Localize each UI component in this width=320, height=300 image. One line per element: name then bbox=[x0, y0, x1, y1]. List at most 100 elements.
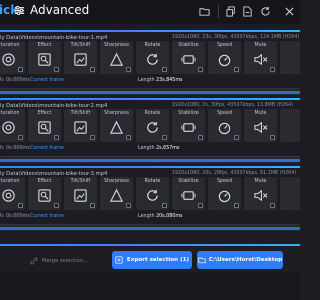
mute-checkbox[interactable] bbox=[270, 203, 275, 208]
stabilize-tile[interactable]: Stabilize bbox=[172, 109, 205, 142]
export-selection-button[interactable]: Export selection (1) bbox=[112, 251, 192, 269]
mute-tile[interactable]: Mute bbox=[244, 41, 277, 74]
file-icon[interactable] bbox=[242, 5, 253, 17]
length-label: Length bbox=[138, 78, 155, 83]
rotate-checkbox[interactable] bbox=[162, 203, 167, 208]
stabilize-tile[interactable]: Stabilize bbox=[172, 41, 205, 74]
effect-checkbox[interactable] bbox=[54, 203, 59, 208]
speed-tile[interactable]: Speed bbox=[208, 41, 241, 74]
tilt-shift-checkbox[interactable] bbox=[90, 135, 95, 140]
mute-checkbox[interactable] bbox=[270, 135, 275, 140]
effect-label: Effect bbox=[37, 179, 52, 184]
reload-icon[interactable] bbox=[260, 5, 271, 17]
saturation-tile[interactable]: aturation bbox=[0, 41, 25, 74]
speed-checkbox[interactable] bbox=[234, 203, 239, 208]
stabilize-tile[interactable]: Stabilize bbox=[172, 177, 205, 210]
stabilize-checkbox[interactable] bbox=[198, 135, 203, 140]
rotate-checkbox[interactable] bbox=[162, 135, 167, 140]
saturation-icon bbox=[1, 120, 16, 135]
sharpness-tile[interactable]: Sharpness bbox=[100, 177, 133, 210]
video-item: ly Data\Videos\mountain-bike-tour-2.mp4 … bbox=[0, 98, 300, 166]
length-value: 23s,845ms bbox=[156, 78, 183, 83]
speed-checkbox[interactable] bbox=[234, 67, 239, 72]
length-value: 2s,657ms bbox=[156, 146, 180, 151]
length-label: Length bbox=[138, 214, 155, 219]
saturation-checkbox[interactable] bbox=[18, 135, 23, 140]
stabilize-icon bbox=[181, 120, 196, 135]
speed-tile[interactable]: Speed bbox=[208, 177, 241, 210]
copy-icon[interactable] bbox=[226, 5, 237, 17]
effect-tile[interactable]: Effect bbox=[28, 177, 61, 210]
effect-checkbox[interactable] bbox=[54, 67, 59, 72]
close-icon[interactable] bbox=[284, 5, 295, 17]
tilt-shift-checkbox[interactable] bbox=[90, 203, 95, 208]
tilt-shift-icon bbox=[73, 188, 88, 203]
tilt-shift-tile[interactable]: Tilt/Shift bbox=[64, 177, 97, 210]
mute-tile[interactable]: Mute bbox=[244, 177, 277, 210]
length-readout: Length 20s,080ms bbox=[138, 214, 183, 219]
header-divider bbox=[218, 5, 219, 18]
rotate-icon bbox=[145, 52, 160, 67]
mute-checkbox[interactable] bbox=[270, 67, 275, 72]
more-tile[interactable] bbox=[280, 41, 300, 74]
header-bar: ick Advanced bbox=[0, 0, 300, 24]
timeline-range[interactable] bbox=[0, 227, 300, 230]
more-tile[interactable] bbox=[280, 109, 300, 142]
current-frame-link[interactable]: Current frame bbox=[30, 78, 64, 83]
sharpness-checkbox[interactable] bbox=[126, 135, 131, 140]
rotate-tile[interactable]: Rotate bbox=[136, 109, 169, 142]
mute-label: Mute bbox=[254, 43, 267, 48]
tilt-shift-checkbox[interactable] bbox=[90, 67, 95, 72]
rotate-label: Rotate bbox=[144, 179, 161, 184]
current-frame-link[interactable]: Current frame bbox=[30, 214, 64, 219]
saturation-tile[interactable]: aturation bbox=[0, 109, 25, 142]
sharpness-label: Sharpness bbox=[103, 43, 130, 48]
sharpness-checkbox[interactable] bbox=[126, 67, 131, 72]
sharpness-checkbox[interactable] bbox=[126, 203, 131, 208]
start-time: h: 0s:000ms bbox=[0, 214, 30, 219]
tilt-shift-icon bbox=[73, 120, 88, 135]
timeline-track[interactable] bbox=[0, 156, 300, 163]
saturation-tile[interactable]: aturation bbox=[0, 177, 25, 210]
effect-checkbox[interactable] bbox=[54, 135, 59, 140]
rotate-checkbox[interactable] bbox=[162, 67, 167, 72]
speed-checkbox[interactable] bbox=[234, 135, 239, 140]
saturation-checkbox[interactable] bbox=[18, 67, 23, 72]
stabilize-label: Stabilize bbox=[178, 111, 199, 116]
more-tile[interactable] bbox=[280, 177, 300, 210]
stabilize-checkbox[interactable] bbox=[198, 67, 203, 72]
length-readout: Length 2s,657ms bbox=[138, 146, 179, 151]
app-mode-label: Advanced bbox=[30, 3, 90, 17]
mute-icon bbox=[253, 188, 268, 203]
block-divider bbox=[0, 166, 300, 168]
effect-tile[interactable]: Effect bbox=[28, 41, 61, 74]
sharpness-tile[interactable]: Sharpness bbox=[100, 109, 133, 142]
output-folder-button[interactable]: C:\Users\Horst\Desktop bbox=[197, 251, 283, 269]
effect-tile[interactable]: Effect bbox=[28, 109, 61, 142]
timeline-range[interactable] bbox=[0, 159, 300, 162]
tilt-shift-tile[interactable]: Tilt/Shift bbox=[64, 41, 97, 74]
saturation-label: aturation bbox=[0, 111, 20, 116]
rotate-icon bbox=[145, 120, 160, 135]
timeline-range[interactable] bbox=[0, 91, 300, 94]
merge-selection-button[interactable]: Merge selection... bbox=[18, 253, 100, 269]
speed-tile[interactable]: Speed bbox=[208, 109, 241, 142]
block-divider bbox=[0, 30, 300, 32]
saturation-checkbox[interactable] bbox=[18, 203, 23, 208]
video-item: ly Data\Videos\mountain-bike-tour-1.mp4 … bbox=[0, 30, 300, 98]
folder-icon[interactable] bbox=[199, 5, 210, 17]
rotate-tile[interactable]: Rotate bbox=[136, 41, 169, 74]
tilt-shift-tile[interactable]: Tilt/Shift bbox=[64, 109, 97, 142]
speed-label: Speed bbox=[216, 179, 233, 184]
sharpness-tile[interactable]: Sharpness bbox=[100, 41, 133, 74]
timeline-track[interactable] bbox=[0, 88, 300, 95]
current-frame-link[interactable]: Current frame bbox=[30, 146, 64, 151]
length-readout: Length 23s,845ms bbox=[138, 78, 183, 83]
advanced-mode-icon bbox=[14, 5, 25, 16]
sharpness-label: Sharpness bbox=[103, 111, 130, 116]
timeline-track[interactable] bbox=[0, 224, 300, 231]
mute-tile[interactable]: Mute bbox=[244, 109, 277, 142]
rotate-tile[interactable]: Rotate bbox=[136, 177, 169, 210]
tilt-shift-label: Tilt/Shift bbox=[70, 179, 91, 184]
stabilize-checkbox[interactable] bbox=[198, 203, 203, 208]
